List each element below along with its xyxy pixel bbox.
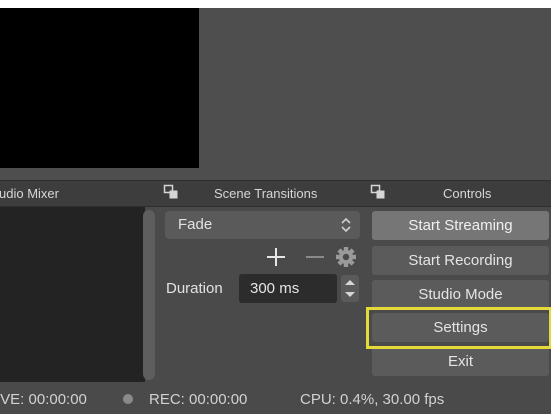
record-dot-icon [123, 394, 133, 404]
start-streaming-button[interactable]: Start Streaming [372, 211, 549, 240]
audio-mixer-title: udio Mixer [0, 186, 59, 201]
duration-input[interactable]: 300 ms [239, 274, 337, 303]
top-edge [0, 0, 551, 8]
duration-label: Duration [166, 280, 223, 297]
start-recording-button[interactable]: Start Recording [372, 246, 549, 275]
minus-icon[interactable] [303, 244, 327, 270]
live-timer: IVE: 00:00:00 [0, 391, 87, 408]
controls-title: Controls [443, 186, 492, 201]
updown-arrows-icon[interactable] [336, 214, 356, 236]
float-dock-icon[interactable] [370, 184, 386, 200]
preview-canvas[interactable] [0, 8, 199, 168]
gear-icon[interactable] [334, 244, 358, 270]
rec-timer: REC: 00:00:00 [149, 391, 248, 408]
scene-transitions-title: Scene Transitions [214, 186, 318, 201]
studio-mode-button[interactable]: Studio Mode [372, 280, 549, 309]
exit-button[interactable]: Exit [372, 347, 549, 376]
updown-arrows-icon[interactable] [340, 274, 360, 303]
settings-highlight-box [366, 307, 551, 349]
mixer-scrollbar[interactable] [143, 210, 155, 380]
cpu-fps-status: CPU: 0.4%, 30.00 fps [300, 391, 445, 408]
audio-mixer-panel [0, 207, 145, 382]
plus-icon[interactable] [264, 244, 288, 270]
transition-select[interactable]: Fade [165, 211, 360, 239]
float-dock-icon[interactable] [163, 184, 179, 200]
